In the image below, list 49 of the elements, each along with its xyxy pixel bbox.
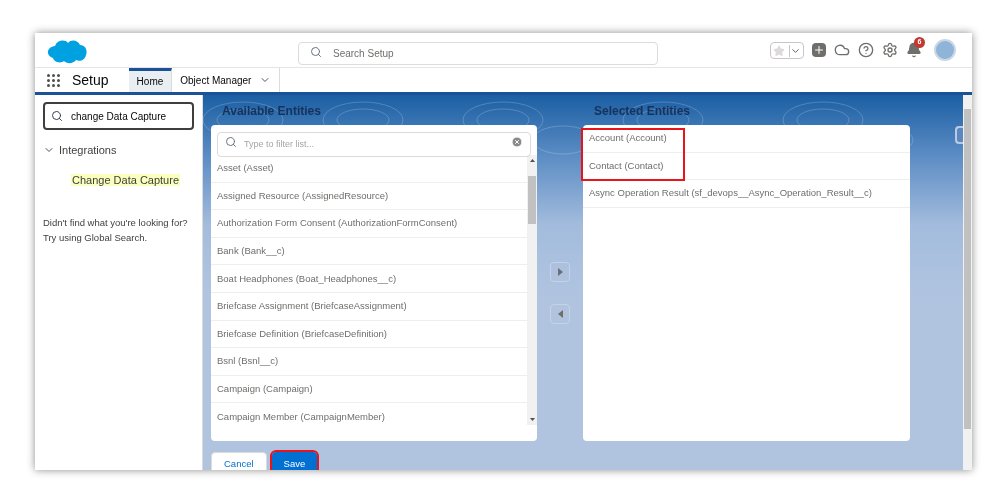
section-title: Available Entities bbox=[221, 103, 322, 120]
help-text: Try using Global Search. bbox=[43, 230, 149, 245]
app-name: Setup bbox=[72, 70, 110, 90]
tree-item[interactable]: Change Data Capture bbox=[71, 173, 180, 186]
avatar[interactable] bbox=[934, 39, 956, 61]
search-icon bbox=[310, 46, 322, 58]
entity-option[interactable]: Briefcase Assignment (BriefcaseAssignment) bbox=[211, 292, 527, 321]
scroll-thumb[interactable] bbox=[964, 109, 971, 429]
search-icon bbox=[225, 136, 237, 148]
entity-option[interactable]: Bank (Bank__c) bbox=[211, 237, 527, 266]
entity-option[interactable]: Asset (Asset) bbox=[211, 155, 527, 183]
clear-icon[interactable] bbox=[511, 136, 523, 148]
help-icon[interactable] bbox=[858, 42, 874, 58]
entity-option[interactable]: Assigned Resource (AssignedResource) bbox=[211, 182, 527, 211]
caret-icon bbox=[789, 44, 801, 57]
entity-option[interactable]: Contact (Contact) bbox=[583, 152, 910, 181]
section-title: Selected Entities bbox=[593, 103, 692, 120]
search-field[interactable]: Search Setup bbox=[298, 42, 658, 65]
nav-tab[interactable]: Object Manager bbox=[172, 68, 281, 92]
cancel-button[interactable]: Cancel bbox=[211, 452, 267, 470]
add-button[interactable] bbox=[812, 43, 826, 57]
help-text: Didn't find what you're looking for? bbox=[43, 215, 189, 230]
entity-option[interactable]: Account (Account) bbox=[583, 125, 910, 153]
save-button[interactable]: Save bbox=[271, 452, 318, 470]
star-icon bbox=[773, 44, 785, 57]
scrollbar[interactable] bbox=[527, 155, 537, 425]
app-launcher-icon[interactable] bbox=[47, 73, 60, 87]
cloud-icon[interactable] bbox=[834, 42, 850, 58]
settings-icon[interactable] bbox=[882, 42, 898, 58]
scroll-up-icon[interactable] bbox=[529, 159, 535, 162]
entity-option[interactable]: Authorization Form Consent (AuthorizationFormConsent) bbox=[211, 210, 527, 238]
scroll-down-icon[interactable] bbox=[529, 418, 535, 421]
entity-option[interactable]: Async Operation Result (sf_devops__Async_Operation_Result__c) bbox=[583, 180, 910, 208]
entity-option[interactable]: Briefcase Definition (BriefcaseDefinition) bbox=[211, 320, 527, 349]
right-arrow-icon bbox=[557, 268, 563, 276]
nav-tab[interactable]: Home bbox=[128, 68, 173, 92]
filter-field[interactable]: Type to filter list... bbox=[217, 131, 531, 157]
entity-option[interactable]: Boat Headphones (Boat_Headphones__c) bbox=[211, 265, 527, 293]
left-arrow-icon bbox=[557, 310, 563, 318]
entity-option[interactable]: Bsnl (Bsnl__c) bbox=[211, 348, 527, 376]
page-scrollbar[interactable] bbox=[963, 95, 972, 470]
search-field[interactable]: change Data Capture bbox=[43, 102, 194, 130]
search-icon bbox=[51, 110, 63, 122]
move-right-button[interactable] bbox=[550, 262, 570, 282]
bell-icon[interactable] bbox=[906, 42, 922, 58]
scroll-thumb[interactable] bbox=[528, 176, 536, 224]
tree-item[interactable]: Integrations bbox=[59, 142, 117, 159]
entity-option[interactable]: Campaign (Campaign) bbox=[211, 375, 527, 404]
move-left-button[interactable] bbox=[550, 304, 570, 324]
